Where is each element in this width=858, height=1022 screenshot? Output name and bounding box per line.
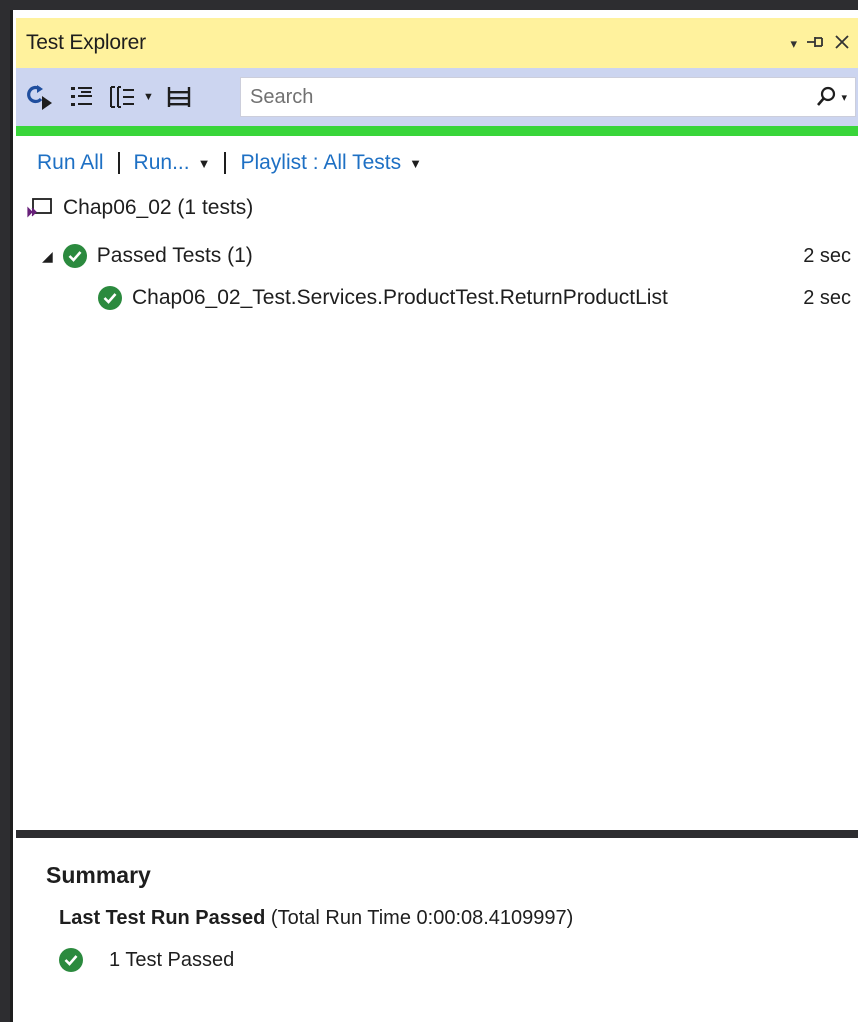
playlist-dropdown-icon[interactable]: ▼ xyxy=(409,156,422,171)
group-duration: 2 sec xyxy=(803,244,851,267)
playlist-dropdown-icon[interactable]: ▼ xyxy=(143,91,154,103)
passed-icon xyxy=(62,244,87,268)
search-dropdown-icon[interactable]: ▾ xyxy=(841,91,847,104)
project-row[interactable]: Chap06_02 (1 tests) xyxy=(27,192,253,224)
test-explorer-window: Test Explorer ▾ ▼ Search ▾ Run All Run..… xyxy=(10,10,858,1022)
result-detail: (Total Run Time 0:00:08.4109997) xyxy=(265,907,574,929)
passed-icon xyxy=(98,286,122,310)
run-all-link[interactable]: Run All xyxy=(37,151,104,175)
test-row[interactable]: Chap06_02_Test.Services.ProductTest.Retu… xyxy=(16,281,858,315)
close-icon[interactable] xyxy=(833,33,851,54)
project-label: Chap06_02 (1 tests) xyxy=(63,196,254,219)
run-dropdown-icon[interactable]: ▼ xyxy=(198,156,211,171)
title-bar: Test Explorer ▾ xyxy=(16,18,858,68)
collapse-icon[interactable]: ◢ xyxy=(42,248,53,265)
title-controls: ▾ xyxy=(790,33,858,54)
test-project-icon xyxy=(27,197,53,219)
summary-passed-count: 1 Test Passed xyxy=(59,944,234,976)
search-button[interactable]: ▾ xyxy=(815,86,855,108)
pin-icon[interactable] xyxy=(805,33,825,54)
result-status: Last Test Run Passed xyxy=(59,907,266,929)
panel-splitter[interactable] xyxy=(16,830,858,838)
settings-icon[interactable] xyxy=(166,79,192,115)
search-input[interactable] xyxy=(241,78,816,116)
passed-tests-group[interactable]: ◢ Passed Tests (1) 2 sec xyxy=(16,239,858,273)
action-links: Run All Run... ▼ Playlist : All Tests ▼ xyxy=(37,146,422,180)
toolbar: ▼ ▾ xyxy=(16,68,858,126)
summary-result: Last Test Run Passed (Total Run Time 0:0… xyxy=(59,907,573,930)
test-name: Chap06_02_Test.Services.ProductTest.Retu… xyxy=(132,286,668,309)
window-title: Test Explorer xyxy=(26,31,146,54)
summary-title: Summary xyxy=(46,862,151,888)
playlist-filter-icon[interactable]: ▼ xyxy=(108,79,154,115)
group-by-icon[interactable] xyxy=(68,79,96,115)
separator xyxy=(117,152,120,174)
search-icon xyxy=(817,86,836,106)
test-duration: 2 sec xyxy=(803,286,851,309)
playlist-link[interactable]: Playlist : All Tests xyxy=(240,151,401,175)
run-tests-icon[interactable] xyxy=(26,79,56,115)
passed-icon xyxy=(59,948,83,972)
passed-count-label: 1 Test Passed xyxy=(109,948,235,971)
test-status-bar xyxy=(16,126,858,136)
run-link[interactable]: Run... xyxy=(134,151,190,175)
separator xyxy=(224,152,227,174)
search-box: ▾ xyxy=(240,77,856,117)
window-dropdown-icon[interactable]: ▾ xyxy=(790,37,797,50)
group-label: Passed Tests (1) xyxy=(96,244,253,267)
